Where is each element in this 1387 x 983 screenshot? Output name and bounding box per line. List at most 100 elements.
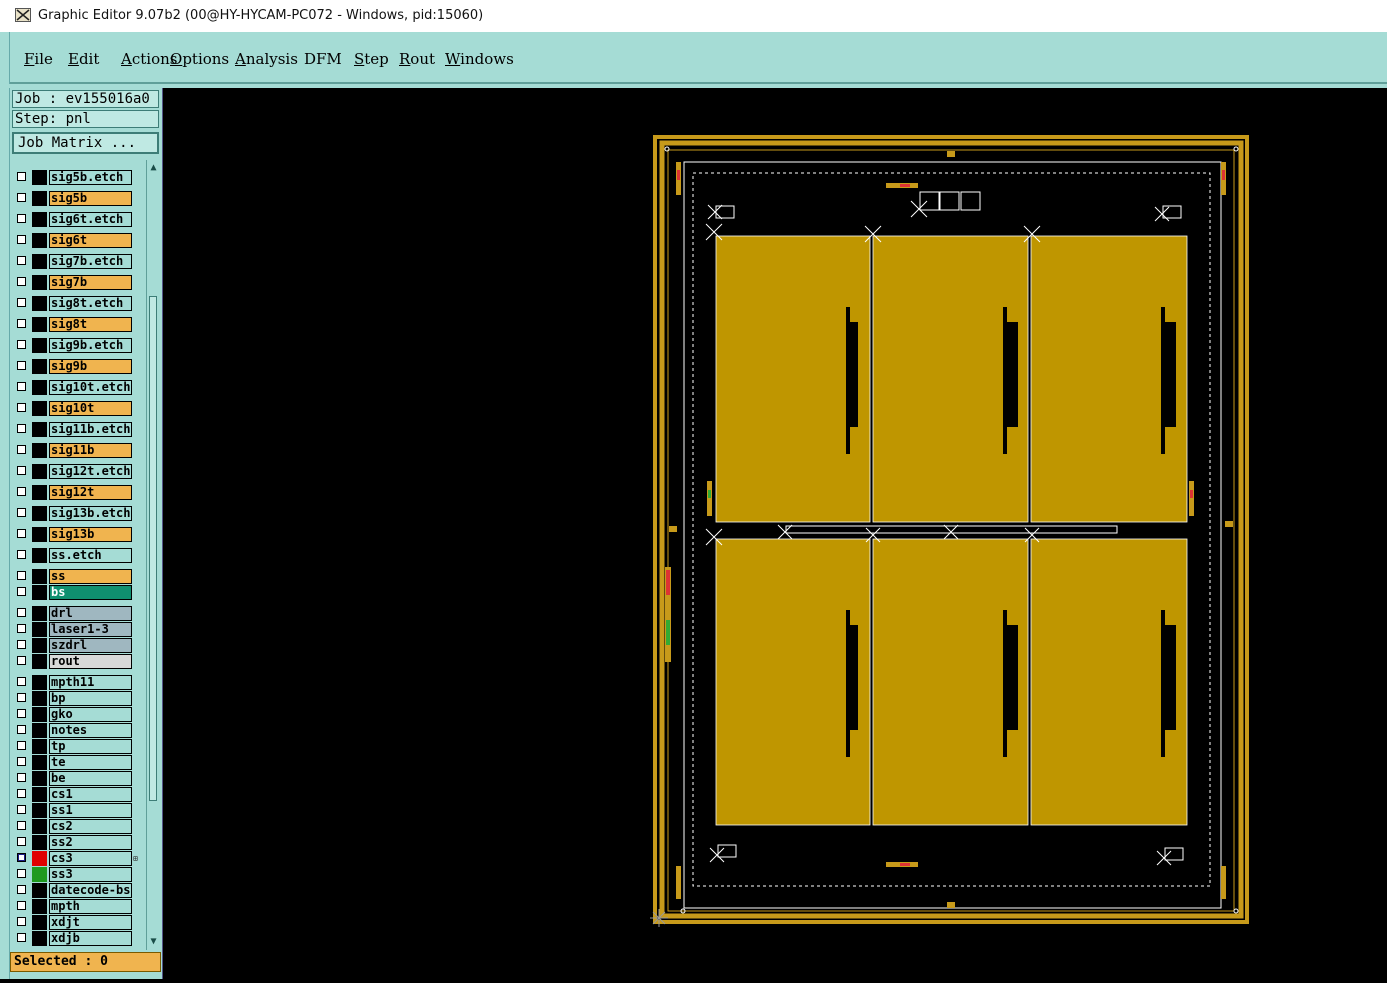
layer-color-swatch[interactable]: [32, 254, 47, 269]
scroll-up-icon[interactable]: ▲: [148, 162, 159, 174]
layer-row[interactable]: ss3: [12, 867, 140, 882]
layer-row[interactable]: sig8t: [12, 317, 140, 332]
layer-name[interactable]: sig10t: [49, 401, 132, 416]
layer-checkbox[interactable]: [17, 529, 26, 538]
layer-row[interactable]: xdjb: [12, 931, 140, 946]
menu-dfm[interactable]: DFM: [304, 50, 342, 68]
layer-name[interactable]: gko: [49, 707, 132, 722]
layer-row[interactable]: szdrl: [12, 638, 140, 653]
layer-row[interactable]: sig12t: [12, 485, 140, 500]
layer-checkbox[interactable]: [17, 382, 26, 391]
layer-color-swatch[interactable]: [32, 401, 47, 416]
layer-checkbox[interactable]: [17, 933, 26, 942]
layer-checkbox[interactable]: [17, 340, 26, 349]
layer-checkbox[interactable]: [17, 853, 26, 862]
layer-list-scrollbar[interactable]: ▲ ▼: [146, 160, 160, 950]
layer-name[interactable]: sig9b.etch: [49, 338, 132, 353]
layer-name[interactable]: xdjb: [49, 931, 132, 946]
layer-checkbox[interactable]: [17, 445, 26, 454]
layer-row[interactable]: sig7b.etch: [12, 254, 140, 269]
layer-name[interactable]: be: [49, 771, 132, 786]
layer-row[interactable]: drl: [12, 606, 140, 621]
layer-row[interactable]: sig13b: [12, 527, 140, 542]
layer-name[interactable]: te: [49, 755, 132, 770]
layer-row[interactable]: bp: [12, 691, 140, 706]
layer-color-swatch[interactable]: [32, 803, 47, 818]
layer-color-swatch[interactable]: [32, 422, 47, 437]
layer-row[interactable]: notes: [12, 723, 140, 738]
layer-checkbox[interactable]: [17, 193, 26, 202]
layer-row[interactable]: sig13b.etch: [12, 506, 140, 521]
layer-checkbox[interactable]: [17, 821, 26, 830]
layer-name[interactable]: sig11b: [49, 443, 132, 458]
layer-color-swatch[interactable]: [32, 638, 47, 653]
layer-checkbox[interactable]: [17, 624, 26, 633]
layer-name[interactable]: tp: [49, 739, 132, 754]
layer-name[interactable]: sig10t.etch: [49, 380, 132, 395]
layer-color-swatch[interactable]: [32, 691, 47, 706]
layer-name[interactable]: xdjt: [49, 915, 132, 930]
layer-checkbox[interactable]: [17, 725, 26, 734]
layer-row[interactable]: sig6t: [12, 233, 140, 248]
layer-row[interactable]: cs2: [12, 819, 140, 834]
layer-name[interactable]: bp: [49, 691, 132, 706]
layer-checkbox[interactable]: [17, 640, 26, 649]
layer-row[interactable]: ss2: [12, 835, 140, 850]
expand-icon[interactable]: ⊞: [133, 854, 138, 863]
layer-color-swatch[interactable]: [32, 464, 47, 479]
layer-checkbox[interactable]: [17, 773, 26, 782]
layer-color-swatch[interactable]: [32, 527, 47, 542]
layer-color-swatch[interactable]: [32, 867, 47, 882]
layer-name[interactable]: sig5b: [49, 191, 132, 206]
layer-name[interactable]: cs3: [49, 851, 132, 866]
layer-row[interactable]: sig10t.etch: [12, 380, 140, 395]
layer-name[interactable]: sig7b.etch: [49, 254, 132, 269]
layer-color-swatch[interactable]: [32, 707, 47, 722]
layer-checkbox[interactable]: [17, 466, 26, 475]
layer-checkbox[interactable]: [17, 361, 26, 370]
layer-checkbox[interactable]: [17, 487, 26, 496]
layer-checkbox[interactable]: [17, 805, 26, 814]
layer-color-swatch[interactable]: [32, 755, 47, 770]
layer-row[interactable]: bs: [12, 585, 140, 600]
layer-name[interactable]: ss2: [49, 835, 132, 850]
layer-name[interactable]: ss.etch: [49, 548, 132, 563]
layer-checkbox[interactable]: [17, 172, 26, 181]
layer-checkbox[interactable]: [17, 837, 26, 846]
layer-row[interactable]: sig9b: [12, 359, 140, 374]
layer-checkbox[interactable]: [17, 508, 26, 517]
layer-row[interactable]: ss1: [12, 803, 140, 818]
layer-color-swatch[interactable]: [32, 835, 47, 850]
layer-name[interactable]: sig11b.etch: [49, 422, 132, 437]
layer-name[interactable]: sig9b: [49, 359, 132, 374]
menu-actions[interactable]: Actions: [121, 50, 177, 68]
layer-name[interactable]: sig5b.etch: [49, 170, 132, 185]
menu-file[interactable]: File: [24, 50, 53, 68]
job-matrix-button[interactable]: Job Matrix ...: [12, 132, 159, 154]
layer-color-swatch[interactable]: [32, 359, 47, 374]
layer-checkbox[interactable]: [17, 571, 26, 580]
layer-name[interactable]: notes: [49, 723, 132, 738]
layer-checkbox[interactable]: [17, 693, 26, 702]
layer-name[interactable]: cs1: [49, 787, 132, 802]
layer-checkbox[interactable]: [17, 656, 26, 665]
layer-row[interactable]: sig6t.etch: [12, 212, 140, 227]
graphic-canvas[interactable]: [163, 88, 1387, 979]
layer-color-swatch[interactable]: [32, 585, 47, 600]
layer-checkbox[interactable]: [17, 403, 26, 412]
layer-row[interactable]: sig8t.etch: [12, 296, 140, 311]
layer-color-swatch[interactable]: [32, 606, 47, 621]
layer-color-swatch[interactable]: [32, 338, 47, 353]
layer-row[interactable]: mpth: [12, 899, 140, 914]
layer-checkbox[interactable]: [17, 214, 26, 223]
layer-color-swatch[interactable]: [32, 899, 47, 914]
layer-name[interactable]: sig13b.etch: [49, 506, 132, 521]
layer-checkbox[interactable]: [17, 741, 26, 750]
layer-name[interactable]: ss3: [49, 867, 132, 882]
layer-row[interactable]: sig5b.etch: [12, 170, 140, 185]
menu-options[interactable]: Options: [170, 50, 229, 68]
layer-checkbox[interactable]: [17, 677, 26, 686]
layer-name[interactable]: drl: [49, 606, 132, 621]
layer-color-swatch[interactable]: [32, 233, 47, 248]
layer-checkbox[interactable]: [17, 757, 26, 766]
